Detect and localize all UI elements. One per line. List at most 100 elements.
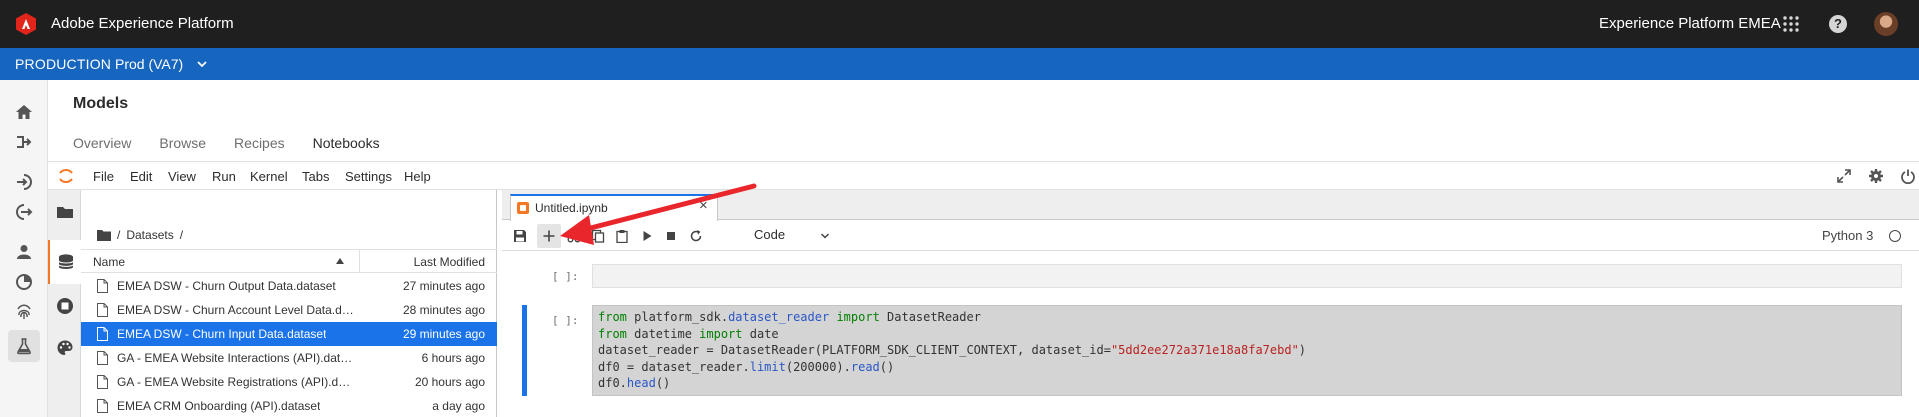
file-modified: 28 minutes ago <box>402 303 485 317</box>
tab-overview[interactable]: Overview <box>73 135 131 161</box>
cell-editor[interactable] <box>592 264 1902 288</box>
column-divider[interactable] <box>359 250 360 272</box>
file-browser: / Datasets / Name Last Modified EMEA DSW… <box>81 190 497 417</box>
tab-notebooks[interactable]: Notebooks <box>312 135 380 164</box>
menu-tabs[interactable]: Tabs <box>302 169 329 184</box>
app-title[interactable]: Adobe Experience Platform <box>51 15 234 32</box>
help-icon[interactable]: ? <box>1829 15 1847 33</box>
run-cell-button[interactable] <box>635 224 659 248</box>
play-icon <box>643 231 652 241</box>
workflows-nav-icon[interactable] <box>8 126 40 158</box>
menu-run[interactable]: Run <box>212 169 236 184</box>
tab-untitled-ipynb[interactable]: Untitled.ipynb × <box>510 194 718 221</box>
breadcrumb-separator: / <box>179 228 184 242</box>
palette-icon <box>57 340 72 355</box>
notebook-panel: Untitled.ipynb × Code Python 3 []: []:… <box>502 190 1919 417</box>
menu-file[interactable]: File <box>93 169 114 184</box>
gear-icon[interactable] <box>1868 168 1884 184</box>
tab-recipes[interactable]: Recipes <box>234 135 285 161</box>
file-list-item[interactable]: EMEA CRM Onboarding (API).dataset a day … <box>81 394 497 417</box>
segments-nav-icon[interactable] <box>8 266 40 298</box>
cell-prompt: [ ]: <box>552 314 579 327</box>
notebook-cell-active[interactable]: [ ]: from platform_sdk.dataset_reader im… <box>502 305 1919 396</box>
tab-browse[interactable]: Browse <box>159 135 206 161</box>
file-list-item[interactable]: EMEA DSW - Churn Output Data.dataset 27 … <box>81 274 497 298</box>
file-icon <box>97 399 108 413</box>
column-header-last-modified[interactable]: Last Modified <box>414 255 485 269</box>
data-science-flask-icon[interactable] <box>8 330 40 362</box>
breadcrumb-datasets[interactable]: Datasets <box>126 228 173 242</box>
stop-icon <box>667 232 675 240</box>
notebook-cell[interactable]: [ ]: <box>502 264 1919 288</box>
apps-grid-icon[interactable] <box>1781 14 1801 34</box>
sources-nav-icon[interactable] <box>8 166 40 198</box>
menu-edit[interactable]: Edit <box>130 169 152 184</box>
file-list-item-selected[interactable]: EMEA DSW - Churn Input Data.dataset 29 m… <box>81 322 497 346</box>
org-switcher[interactable]: Experience Platform EMEA <box>1599 15 1781 32</box>
refresh-icon <box>690 230 702 242</box>
jupyter-menubar: File Edit View Run Kernel Tabs Settings … <box>48 162 1919 190</box>
interrupt-kernel-button[interactable] <box>659 224 683 248</box>
close-icon[interactable]: × <box>699 198 713 213</box>
menu-help[interactable]: Help <box>404 169 431 184</box>
database-icon <box>58 254 73 269</box>
folder-icon <box>56 207 73 218</box>
destinations-nav-icon[interactable] <box>8 196 40 228</box>
copy-button[interactable] <box>586 224 610 248</box>
adobe-logo-icon[interactable] <box>14 12 38 36</box>
running-tab[interactable] <box>48 284 81 328</box>
expand-icon[interactable] <box>1836 168 1852 184</box>
profiles-nav-icon[interactable] <box>8 236 40 268</box>
breadcrumb-separator: / <box>117 228 121 242</box>
file-icon <box>97 351 108 365</box>
home-nav-icon[interactable] <box>8 96 40 128</box>
file-name: EMEA DSW - Churn Input Data.dataset <box>117 327 327 341</box>
file-list-item[interactable]: GA - EMEA Website Registrations (API).da… <box>81 370 497 394</box>
file-name: EMEA DSW - Churn Account Level Data.data… <box>117 303 354 317</box>
sandbox-switcher[interactable]: Prod (VA7) <box>115 56 183 72</box>
scissors-icon <box>567 229 581 243</box>
menu-kernel[interactable]: Kernel <box>250 169 288 184</box>
column-header-name[interactable]: Name <box>93 255 125 269</box>
identities-fingerprint-icon[interactable] <box>8 296 40 328</box>
file-icon <box>97 303 108 317</box>
file-modified: a day ago <box>432 399 485 413</box>
sort-ascending-icon[interactable] <box>336 258 344 264</box>
cell-editor[interactable]: from platform_sdk.dataset_reader import … <box>592 305 1902 396</box>
jupyter-sidebar-tabs <box>48 190 81 417</box>
cell-type-select[interactable]: Code <box>754 227 785 242</box>
breadcrumb: / Datasets / <box>97 228 183 242</box>
file-modified: 27 minutes ago <box>402 279 485 293</box>
file-list-item[interactable]: GA - EMEA Website Interactions (API).dat… <box>81 346 497 370</box>
menu-view[interactable]: View <box>168 169 196 184</box>
file-list-item[interactable]: EMEA DSW - Churn Account Level Data.data… <box>81 298 497 322</box>
paste-button[interactable] <box>610 224 634 248</box>
file-modified: 20 hours ago <box>414 375 485 389</box>
menu-settings[interactable]: Settings <box>345 169 392 184</box>
kernel-status-icon <box>1889 230 1901 242</box>
code-line: from platform_sdk.dataset_reader import … <box>598 310 981 324</box>
folder-icon[interactable] <box>97 229 111 241</box>
cut-button[interactable] <box>562 224 586 248</box>
user-avatar[interactable] <box>1874 12 1898 36</box>
restart-kernel-button[interactable] <box>684 224 708 248</box>
file-icon <box>97 375 108 389</box>
chevron-down-icon[interactable] <box>820 231 830 241</box>
property-inspector-tab[interactable] <box>48 326 81 370</box>
power-icon[interactable] <box>1900 168 1916 184</box>
file-name: EMEA CRM Onboarding (API).dataset <box>117 399 321 413</box>
left-rail-nav <box>0 80 48 417</box>
code-line: df0.head() <box>598 376 671 390</box>
file-icon <box>97 327 108 341</box>
kernel-name[interactable]: Python 3 <box>1822 228 1873 243</box>
file-browser-tab[interactable] <box>48 190 81 234</box>
insert-cell-button[interactable] <box>537 224 561 248</box>
chevron-down-icon[interactable] <box>196 58 208 70</box>
page-title: Models <box>73 95 129 112</box>
data-tab[interactable] <box>48 240 81 284</box>
notebook-toolbar: Code Python 3 <box>502 220 1919 251</box>
stop-circle-icon <box>56 298 73 314</box>
save-button[interactable] <box>508 224 532 248</box>
jupyter-logo-icon <box>59 169 73 183</box>
copy-icon <box>591 229 605 243</box>
